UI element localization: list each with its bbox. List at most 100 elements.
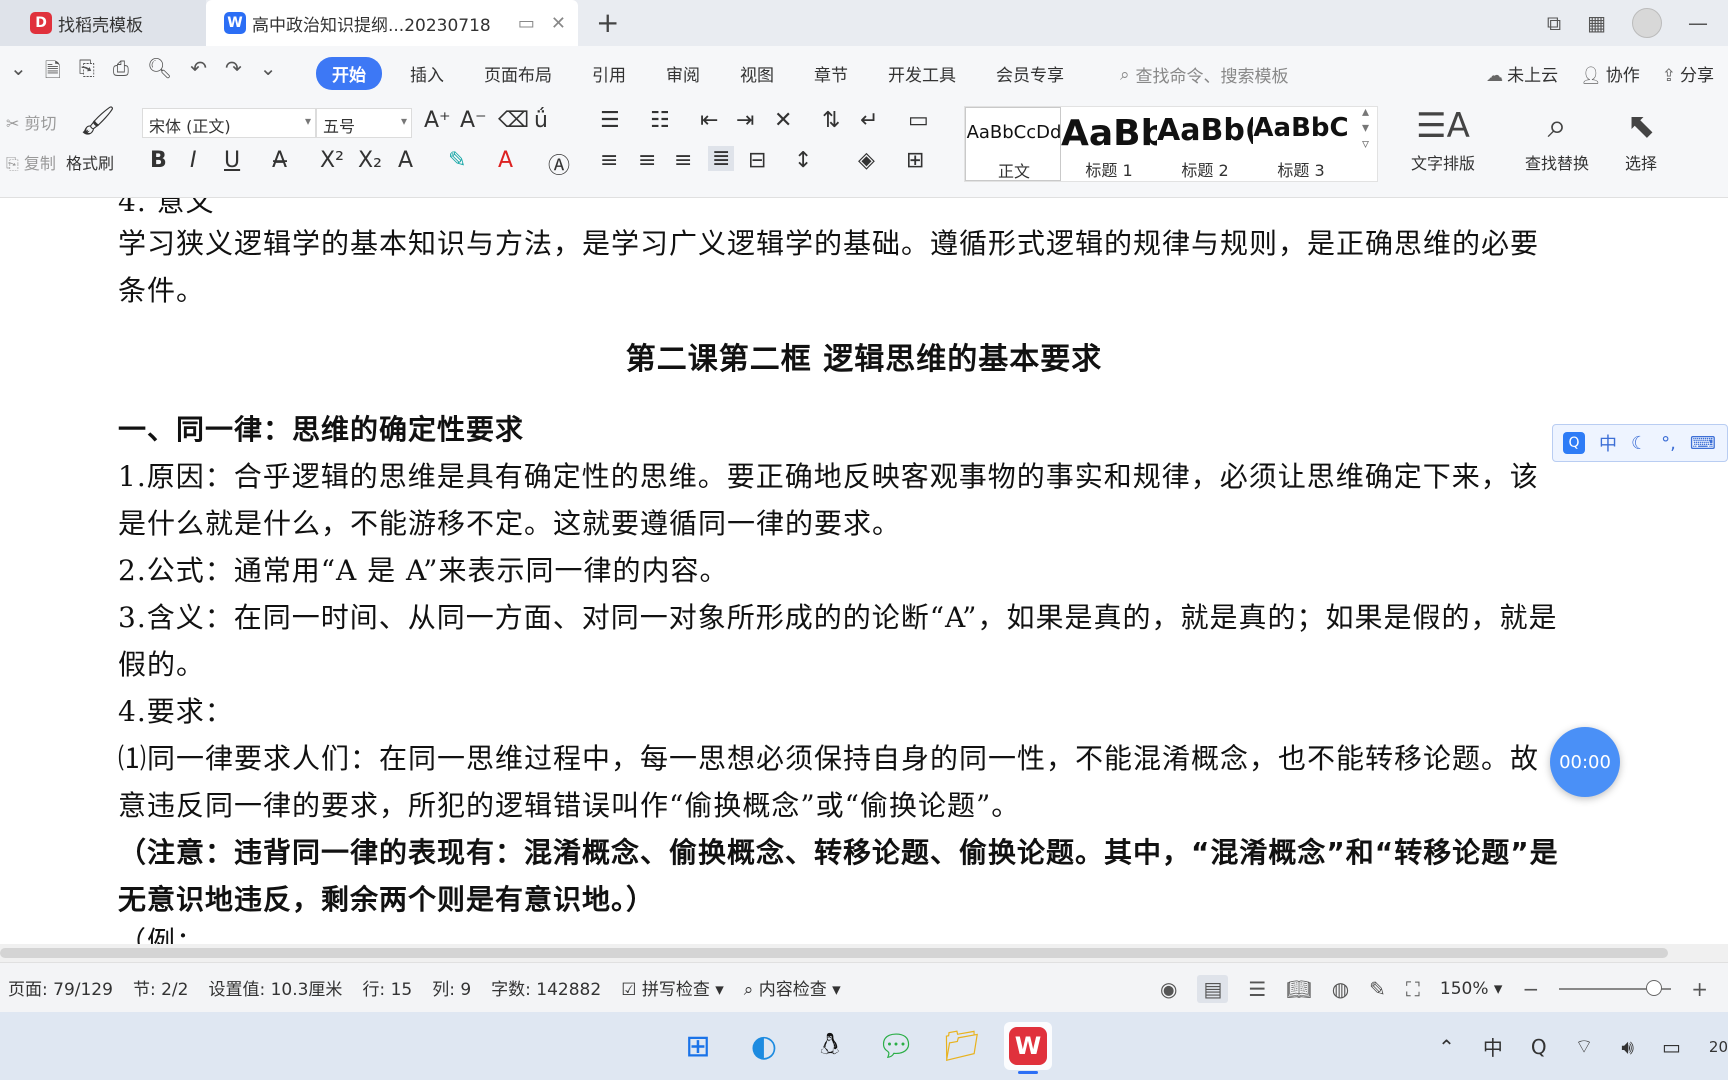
style-heading-3[interactable]: AaBbC 标题 3 — [1253, 107, 1349, 181]
spell-check-button[interactable]: ☑ 拼写检查 ▾ — [621, 975, 724, 1000]
menu-page-layout[interactable]: 页面布局 — [464, 61, 572, 86]
share-button[interactable]: ⇪ 分享 — [1662, 61, 1714, 86]
subscript-icon[interactable]: X₂ — [358, 148, 382, 173]
clear-format-icon[interactable]: ⌫ — [498, 108, 529, 133]
zoom-out-icon[interactable]: − — [1522, 977, 1539, 1001]
document-canvas[interactable]: 4. 意义 学习狭义逻辑学的基本知识与方法，是学习广义逻辑学的基础。遵循形式逻辑… — [0, 198, 1728, 944]
bullets-icon[interactable]: ☰ — [600, 108, 620, 133]
print-icon[interactable]: ⎙ — [113, 56, 129, 90]
phonetic-icon[interactable]: ǘ — [534, 108, 548, 133]
copy-button[interactable]: ⎘ 复制 — [6, 150, 56, 174]
styles-scroll-icon[interactable]: ▴ ▾ ▿ — [1362, 104, 1369, 152]
horizontal-scrollbar[interactable] — [0, 944, 1728, 962]
cloud-button[interactable]: ☁ 未上云 — [1486, 61, 1558, 86]
punctuation-icon[interactable]: °, — [1661, 433, 1676, 454]
layout-icon[interactable]: ⧉ — [1547, 11, 1561, 35]
window-icon[interactable]: ▭ — [518, 13, 535, 34]
chinese-layout-icon[interactable]: ✕ — [774, 108, 792, 133]
collab-button[interactable]: 👤︎ 协作 — [1580, 61, 1640, 86]
command-search[interactable]: ⌕ 查找命令、搜索模板 — [1120, 62, 1289, 88]
borders-icon[interactable]: ⊞ — [906, 148, 924, 173]
export-icon[interactable]: ⎘ — [79, 56, 95, 90]
clock[interactable]: 20 — [1709, 1038, 1728, 1056]
print-preview-icon[interactable]: 🔍︎ — [147, 56, 172, 90]
status-col[interactable]: 列: 9 — [432, 975, 471, 1000]
status-row[interactable]: 行: 15 — [362, 975, 412, 1000]
tab-docer-templates[interactable]: D 找稻壳模板 — [0, 0, 206, 46]
redo-icon[interactable]: ↷ — [225, 56, 242, 90]
apps-grid-icon[interactable]: ▦ — [1587, 11, 1606, 35]
zoom-slider[interactable] — [1559, 980, 1672, 996]
qq-input-icon[interactable]: Q — [1531, 1035, 1547, 1059]
decrease-indent-icon[interactable]: ⇤ — [700, 108, 718, 133]
edge-browser-icon[interactable]: ◐ — [740, 1022, 788, 1070]
scrollbar-thumb[interactable] — [0, 948, 1668, 958]
zoom-in-icon[interactable]: + — [1691, 977, 1708, 1001]
text-layout-button[interactable]: ☰A 文字排版 — [1398, 106, 1488, 174]
distributed-icon[interactable]: ⊟ — [748, 148, 766, 173]
volume-icon[interactable]: 🔊︎ — [1621, 1035, 1634, 1059]
wps-app-icon[interactable]: W — [1004, 1022, 1052, 1074]
cut-button[interactable]: ✂ 剪切 — [6, 110, 57, 134]
wifi-icon[interactable]: ⌔ — [1575, 1034, 1594, 1059]
outline-view-icon[interactable]: ☰ — [1248, 977, 1266, 1001]
save-icon[interactable]: 🗎 — [45, 56, 61, 90]
style-normal[interactable]: AaBbCcDd 正文 — [965, 107, 1061, 181]
menu-member[interactable]: 会员专享 — [976, 61, 1084, 86]
web-view-icon[interactable]: ◍ — [1332, 977, 1349, 1001]
qq-icon[interactable]: 🐧︎ — [806, 1022, 854, 1070]
justify-icon[interactable]: ≣ — [708, 146, 735, 171]
shading-icon[interactable]: ◈ — [858, 148, 875, 173]
superscript-icon[interactable]: X² — [320, 148, 344, 173]
format-painter-button[interactable]: 格式刷 — [66, 150, 114, 174]
ruler-icon[interactable]: ▭ — [908, 108, 929, 133]
wechat-icon[interactable]: 💬︎ — [872, 1022, 920, 1070]
status-word-count[interactable]: 字数: 142882 — [491, 975, 601, 1000]
align-left-icon[interactable]: ≡ — [600, 148, 618, 173]
strikethrough-icon[interactable]: A̶ — [272, 148, 287, 173]
ime-mode[interactable]: 中 — [1599, 430, 1617, 456]
find-replace-button[interactable]: ⌕ 查找替换 — [1512, 106, 1602, 174]
fit-page-icon[interactable]: ⛶ — [1406, 977, 1420, 1001]
font-size-select[interactable]: 五号 — [316, 108, 412, 138]
shrink-font-icon[interactable]: A⁻ — [460, 108, 487, 133]
reading-view-icon[interactable]: 📖︎ — [1286, 977, 1311, 1001]
menu-view[interactable]: 视图 — [720, 61, 794, 86]
status-setting[interactable]: 设置值: 10.3厘米 — [208, 975, 342, 1000]
zoom-level[interactable]: 150% ▾ — [1440, 979, 1503, 999]
show-marks-icon[interactable]: ↵ — [860, 108, 878, 133]
select-button[interactable]: ⬉ 选择 — [1596, 106, 1686, 174]
highlight-icon[interactable]: ✎ — [448, 148, 466, 173]
moon-icon[interactable]: ☾ — [1631, 433, 1647, 454]
new-tab-button[interactable]: + — [596, 6, 619, 39]
battery-icon[interactable]: ▭ — [1662, 1035, 1681, 1059]
font-family-select[interactable]: 宋体 (正文) — [142, 108, 316, 138]
text-effect-icon[interactable]: A — [398, 148, 413, 173]
style-heading-2[interactable]: AaBb( 标题 2 — [1157, 107, 1253, 181]
tab-document[interactable]: W 高中政治知识提纲...20230718 ▭ ✕ — [206, 0, 578, 46]
chevron-down-icon[interactable]: ⌄ — [10, 56, 27, 90]
file-explorer-icon[interactable]: 📁︎ — [938, 1022, 986, 1070]
menu-references[interactable]: 引用 — [572, 61, 646, 86]
pen-icon[interactable]: ✎ — [1369, 977, 1386, 1001]
menu-developer[interactable]: 开发工具 — [868, 61, 976, 86]
page-view-icon[interactable]: ▤ — [1197, 975, 1229, 1003]
menu-review[interactable]: 审阅 — [646, 61, 720, 86]
avatar[interactable] — [1632, 8, 1662, 38]
status-page[interactable]: 页面: 79/129 — [8, 975, 113, 1000]
customize-icon[interactable]: ⌄ — [260, 56, 277, 90]
sort-icon[interactable]: ⇅ — [822, 108, 840, 133]
menu-home[interactable]: 开始 — [316, 56, 382, 90]
start-menu-icon[interactable]: ⊞ — [674, 1022, 722, 1070]
eye-protection-icon[interactable]: ◉ — [1160, 977, 1177, 1001]
bold-icon[interactable]: B — [150, 148, 167, 173]
menu-chapter[interactable]: 章节 — [794, 61, 868, 86]
increase-indent-icon[interactable]: ⇥ — [736, 108, 754, 133]
numbering-icon[interactable]: ☷ — [650, 108, 670, 133]
minimize-icon[interactable]: — — [1688, 11, 1708, 35]
font-color-icon[interactable]: A — [498, 148, 513, 173]
keyboard-icon[interactable]: ⌨ — [1690, 433, 1716, 454]
ime-toolbar[interactable]: Q 中 ☾ °, ⌨ — [1552, 424, 1728, 462]
align-center-icon[interactable]: ≡ — [638, 148, 656, 173]
style-heading-1[interactable]: AaBb 标题 1 — [1061, 107, 1157, 181]
